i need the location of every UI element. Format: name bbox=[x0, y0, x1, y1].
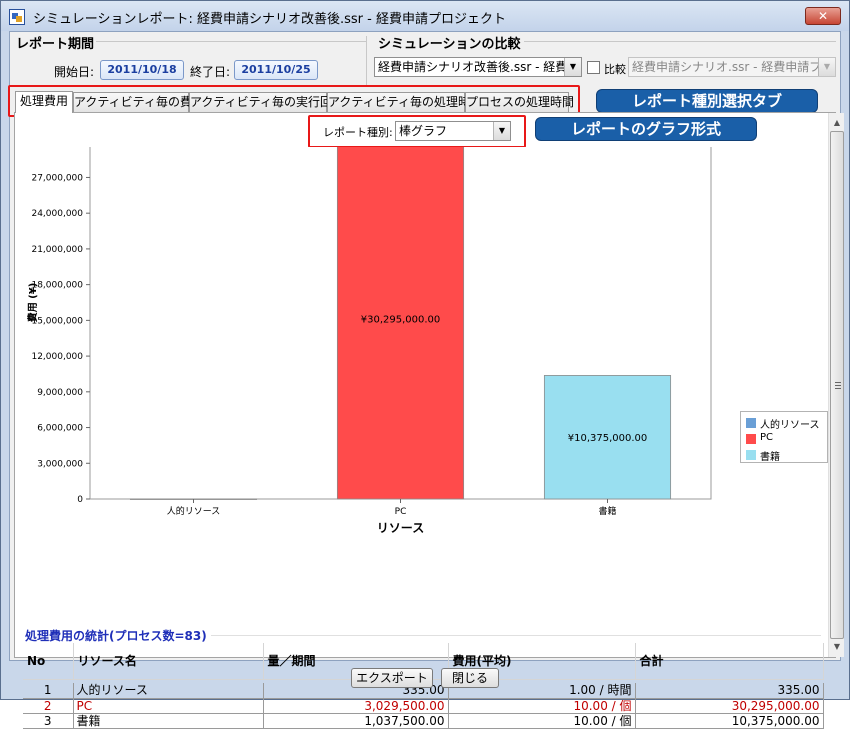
legend-swatch bbox=[746, 434, 756, 444]
period-heading: レポート期間 bbox=[16, 37, 95, 52]
x-tick-label: 書籍 bbox=[598, 505, 616, 517]
vertical-scrollbar[interactable]: ▲ ▼ bbox=[828, 113, 844, 657]
y-tick-label: 18,000,000 bbox=[31, 281, 83, 291]
y-tick-label: 24,000,000 bbox=[31, 209, 83, 219]
y-tick-label: 0 bbox=[77, 495, 83, 505]
cell-resource: 書籍 bbox=[73, 713, 264, 729]
compare-select[interactable]: 経費申請シナリオ.ssr - 経費申請プ... ▼ bbox=[628, 57, 836, 77]
tab-processing-cost[interactable]: 処理費用 bbox=[15, 91, 73, 113]
cell-no: 2 bbox=[23, 698, 74, 714]
report-window: シミュレーションレポート: 経費申請シナリオ改善後.ssr - 経費申請プロジェ… bbox=[0, 0, 850, 729]
y-axis-label: 費用 (¥) bbox=[26, 283, 39, 323]
table-row[interactable]: 2 PC 3,029,500.00 10.00 / 個 30,295,000.0… bbox=[23, 698, 824, 714]
column-header[interactable]: リソース名 bbox=[73, 643, 264, 680]
close-button[interactable]: 閉じる bbox=[441, 668, 499, 688]
scroll-down-icon[interactable]: ▼ bbox=[829, 639, 845, 655]
window-title: シミュレーションレポート: 経費申請シナリオ改善後.ssr - 経費申請プロジェ… bbox=[33, 12, 506, 27]
y-tick-label: 15,000,000 bbox=[31, 316, 83, 326]
bar-data-label: ¥30,295,000.00 bbox=[361, 315, 441, 326]
cell-quantity: 1,037,500.00 bbox=[263, 713, 449, 729]
bar-chart: 処理費用のレポート03,000,0006,000,0009,000,00012,… bbox=[26, 147, 712, 535]
app-icon bbox=[9, 9, 25, 25]
x-axis-label: リソース bbox=[377, 521, 424, 535]
table-row[interactable]: 3 書籍 1,037,500.00 10.00 / 個 10,375,000.0… bbox=[23, 713, 824, 729]
y-tick-label: 21,000,000 bbox=[31, 245, 83, 255]
chevron-down-icon: ▼ bbox=[818, 58, 835, 76]
column-header[interactable]: No bbox=[23, 643, 74, 680]
cell-no: 1 bbox=[23, 683, 74, 699]
compare-checkbox-label: 比較 bbox=[604, 63, 626, 76]
column-header[interactable]: 合計 bbox=[635, 643, 824, 680]
end-date-button[interactable]: 2011/10/25 bbox=[234, 60, 318, 80]
graph-type-highlight-box bbox=[308, 115, 526, 148]
compare-select-value: 経費申請シナリオ.ssr - 経費申請プ... bbox=[632, 60, 833, 74]
scroll-up-icon[interactable]: ▲ bbox=[829, 115, 845, 131]
cell-total: 30,295,000.00 bbox=[635, 698, 824, 714]
section-divider bbox=[366, 36, 367, 86]
cell-average-cost: 10.00 / 個 bbox=[448, 713, 636, 729]
y-tick-label: 27,000,000 bbox=[31, 173, 83, 183]
scroll-thumb[interactable] bbox=[830, 131, 844, 639]
graph-type-callout: レポートのグラフ形式 bbox=[535, 117, 757, 141]
legend-label: 人的リソース bbox=[760, 420, 820, 431]
compare-divider bbox=[524, 41, 836, 42]
client-area: レポート期間 開始日: 2011/10/18 終了日: 2011/10/25 シ… bbox=[8, 31, 844, 729]
x-tick-label: PC bbox=[395, 507, 407, 517]
title-bar: シミュレーションレポート: 経費申請シナリオ改善後.ssr - 経費申請プロジェ… bbox=[1, 1, 849, 31]
report-panel: レポート種別: 棒グラフ ▼ レポートのグラフ形式 処理費用のレポート03,00… bbox=[14, 112, 844, 729]
compare-heading: シミュレーションの比較 bbox=[378, 37, 521, 52]
legend-swatch bbox=[746, 418, 756, 428]
compare-checkbox[interactable] bbox=[587, 61, 600, 74]
y-tick-label: 30,000,000 bbox=[31, 147, 83, 148]
bar-data-label: ¥10,375,000.00 bbox=[568, 433, 648, 444]
grip-icon bbox=[835, 382, 841, 389]
stats-title: 処理費用の統計(プロセス数=83) bbox=[25, 629, 207, 643]
cell-resource: 人的リソース bbox=[73, 683, 264, 699]
y-tick-label: 6,000,000 bbox=[37, 424, 83, 434]
scenario-select-value: 経費申請シナリオ改善後.ssr - 経費... bbox=[378, 60, 579, 74]
legend-swatch bbox=[746, 450, 756, 460]
y-tick-label: 3,000,000 bbox=[37, 459, 83, 469]
end-date-label: 終了日: bbox=[190, 65, 231, 79]
y-tick-label: 9,000,000 bbox=[37, 388, 83, 398]
legend-label: PC bbox=[760, 432, 774, 443]
cell-resource: PC bbox=[73, 698, 264, 714]
chevron-down-icon: ▼ bbox=[564, 58, 581, 76]
start-date-button[interactable]: 2011/10/18 bbox=[100, 60, 184, 80]
export-button[interactable]: エクスポート bbox=[351, 668, 433, 688]
chart-legend: 人的リソース PC 書籍 bbox=[740, 411, 828, 463]
stats-divider bbox=[211, 635, 821, 636]
period-divider bbox=[96, 41, 366, 42]
cell-total: 10,375,000.00 bbox=[635, 713, 824, 729]
cell-total: 335.00 bbox=[635, 683, 824, 699]
tabs-callout: レポート種別選択タブ bbox=[596, 89, 818, 113]
x-tick-label: 人的リソース bbox=[167, 505, 221, 517]
start-date-label: 開始日: bbox=[54, 65, 95, 79]
y-tick-label: 12,000,000 bbox=[31, 352, 83, 362]
scenario-select[interactable]: 経費申請シナリオ改善後.ssr - 経費... ▼ bbox=[374, 57, 582, 77]
cell-quantity: 3,029,500.00 bbox=[263, 698, 449, 714]
window-close-button[interactable]: ✕ bbox=[805, 7, 841, 25]
cell-no: 3 bbox=[23, 713, 74, 729]
cell-average-cost: 10.00 / 個 bbox=[448, 698, 636, 714]
legend-label: 書籍 bbox=[760, 452, 780, 463]
